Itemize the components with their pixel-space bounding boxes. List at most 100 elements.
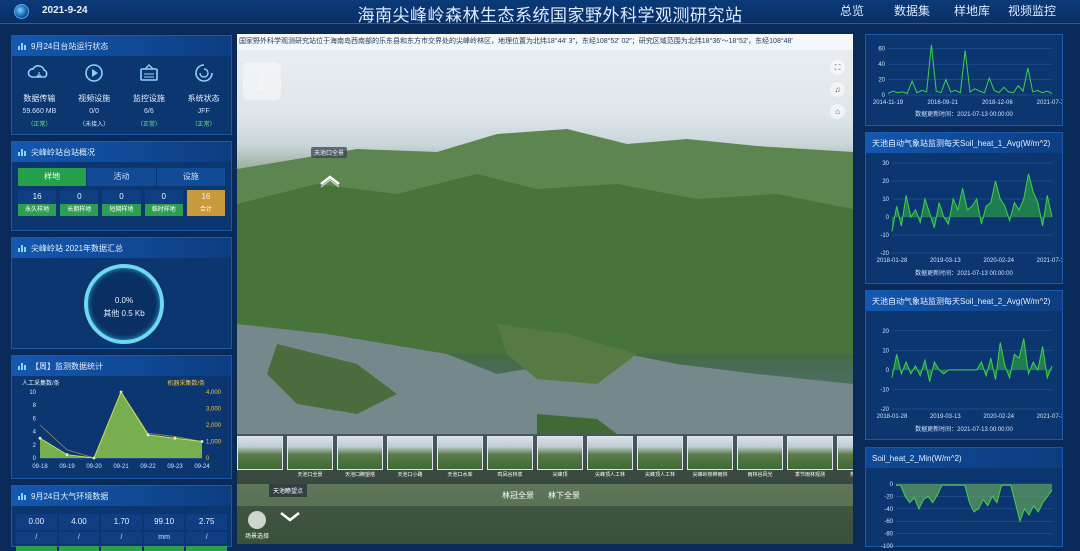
nav-datasets[interactable]: 数据集 (882, 3, 942, 20)
video-icon (85, 64, 103, 82)
thumbnail-label: 尖峰顶 (552, 472, 568, 478)
data-point (65, 453, 69, 457)
thumbnail-image (537, 436, 583, 470)
scene-thumbnail[interactable]: 鸣凤谷林浆 (487, 436, 533, 484)
scene-thumbnail-strip: 天池口全景 天池口瞭望塔 天池口小路 天池口水库 鸣凤谷林浆 尖峰顶 尖峰顶人工林 尖峰顶人工… (237, 434, 853, 484)
nav-overview[interactable]: 总览 (822, 3, 882, 20)
thumbnail-label: 鸣凤谷林浆 (497, 472, 523, 478)
env-item: 1.70 / (101, 514, 142, 551)
thumbnail-label: 季节雨林观测 (794, 472, 825, 478)
weekly-stats-panel: 【周】监测数据统计 人工采集数/条 机器采集数/条 0 2 4 6 8 10 0 1,000 2… (11, 355, 232, 479)
count-short-term[interactable]: 0 短期样地 (102, 190, 141, 216)
scene-thumbnail[interactable]: 天池口全景 (287, 436, 333, 484)
home-button[interactable]: ⌂ (830, 104, 845, 119)
fullscreen-button[interactable]: ⛶ (830, 60, 845, 75)
progress-ring: 0.0% 其他 0.5 Kb (84, 264, 164, 344)
y-tick-label: 10 (882, 348, 889, 354)
scene-thumbnail[interactable]: 季节雨林观测 (787, 436, 833, 484)
nav-plots[interactable]: 样地库 (942, 3, 1002, 20)
scene-thumbnail[interactable]: 尖峰顶 (537, 436, 583, 484)
tab-activities[interactable]: 活动 (87, 168, 156, 186)
music-button[interactable]: ♫ (830, 82, 845, 97)
scene-thumbnail[interactable]: 天池口瞭望塔 (337, 436, 383, 484)
scene-thumbnail[interactable]: 天池口水库 (437, 436, 483, 484)
count-permanent[interactable]: 16 永久样地 (18, 190, 57, 216)
env-item: 0.00 / (16, 514, 57, 551)
scene-thumbnail[interactable] (237, 436, 283, 484)
thumbnail-label: 天池口全景 (297, 472, 323, 478)
count-total[interactable]: 16 合计 (186, 190, 226, 216)
current-date: 2021-9-24 (42, 5, 88, 16)
view-tabs: 林冠全景 林下全景 (502, 490, 580, 501)
viewer-bottom-bar (237, 506, 853, 544)
count-number: 16 (18, 190, 57, 204)
env-indicator (186, 546, 227, 551)
y-tick-label: 20 (878, 78, 885, 84)
data-point (146, 433, 150, 437)
tab-plots[interactable]: 样地 (18, 168, 87, 186)
panel-header: Soil_heat_2_Min(W/m^2) (866, 448, 1062, 468)
scene-select-icon (248, 511, 266, 529)
thumbnail-label: 天池口瞭望塔 (344, 472, 375, 478)
tab-canopy-view[interactable]: 林冠全景 (502, 490, 534, 501)
count-long-term[interactable]: 0 长期样地 (60, 190, 99, 216)
progress-detail: 其他 0.5 Kb (103, 309, 145, 318)
status-system[interactable]: 系统状态 JFF （正常） (177, 60, 231, 128)
y-tick-label: -40 (884, 507, 893, 513)
thumbnail-label: 尖峰顶人工林 (594, 472, 625, 478)
air-env-panel: 9月24日大气环境数据 0.00/ 4.00/ 1.70/ 99.10 mm 2.… (11, 485, 232, 551)
count-number: 0 (102, 190, 141, 204)
tab-understory-view[interactable]: 林下全景 (548, 490, 580, 501)
count-label: 临时样地 (144, 204, 183, 216)
y-tick-label: 10 (882, 197, 889, 203)
soil-heat-2-chart: -20 -10 0 10 20 2018-01-28 2019-03-13 2020-02-2… (877, 329, 1062, 420)
env-indicator (143, 546, 185, 551)
nav-video[interactable]: 视频监控 (1002, 3, 1062, 20)
env-unit: / (186, 532, 227, 544)
y-tick-label: 0 (882, 93, 886, 99)
scene-thumbnail[interactable]: 雨林谷风光 (737, 436, 783, 484)
update-time: 数据更新时间：2021-07-13 00:00:00 (915, 112, 1013, 118)
panel-header: 尖峰岭站 2021年数据汇总 (12, 238, 231, 258)
count-temporary[interactable]: 0 临时样地 (144, 190, 183, 216)
monitor-icon (140, 64, 158, 81)
status-note: （正常） (27, 122, 52, 128)
chevron-up-icon[interactable] (319, 174, 341, 188)
status-data-transfer[interactable]: 数据传输 59.660 MB （正常） (12, 60, 66, 128)
soil-heat-min-chart: 0 -20 -40 -60 -80 -100 (881, 482, 1053, 548)
y-tick-label: 4 (33, 430, 37, 436)
status-monitor[interactable]: 监控设施 6/6 （正常） (122, 60, 176, 128)
status-value: 6/6 (144, 108, 154, 115)
thumbnail-label: 天池口小路 (397, 472, 423, 478)
scene-thumbnail[interactable]: 热带雨林 (837, 436, 853, 484)
hotspot-label[interactable]: 天池口全景 (311, 147, 348, 158)
scene-select-button[interactable]: 场景选择 (245, 511, 269, 540)
panel-title: 尖峰岭站台站概况 (31, 147, 95, 157)
data-summary-panel: 尖峰岭站 2021年数据汇总 0.0% 其他 0.5 Kb (11, 237, 232, 349)
scene-thumbnail[interactable]: 尖峰岭热带雨林 (687, 436, 733, 484)
cloud-icon (28, 65, 48, 78)
chevron-down-icon[interactable] (279, 510, 301, 524)
status-video[interactable]: 视频设施 0/0 （未接入） (67, 60, 121, 128)
count-number: 0 (60, 190, 99, 204)
scene-thumbnail[interactable]: 尖峰顶人工林 (587, 436, 633, 484)
panel-title: Soil_heat_2_Min(W/m^2) (872, 453, 962, 463)
brand-logo: T (243, 62, 281, 100)
panel-header: 天池自动气象站监测每天Soil_heat_2_Avg(W/m^2) (866, 291, 1062, 311)
env-unit: / (58, 532, 100, 544)
y2-tick-label: 2,000 (206, 423, 222, 429)
scene-hover-label: 天池瞭望点 (269, 484, 308, 497)
scene-thumbnail[interactable]: 尖峰顶人工林 (637, 436, 683, 484)
data-point (38, 436, 42, 440)
weekly-chart: 0 2 4 6 8 10 0 1,000 2,000 3,000 4,000 09-18 09-19 09… (29, 390, 222, 470)
panel-title: 9月24日大气环境数据 (31, 491, 109, 501)
x-tick-label: 09-21 (113, 464, 129, 470)
y-tick-label: 20 (882, 179, 889, 185)
tab-facilities[interactable]: 设施 (156, 168, 225, 186)
scene-thumbnail[interactable]: 天池口小路 (387, 436, 433, 484)
panel-title: 9月24日台站运行状态 (31, 41, 109, 51)
y-tick-label: 0 (33, 456, 37, 462)
panel-title: 天池自动气象站监测每天Soil_heat_2_Avg(W/m^2) (872, 296, 1051, 306)
panorama-viewer[interactable]: 国家野外科学观测研究站位于海南岛西南部的乐东县和东方市交界处的尖峰岭林区，地理位… (237, 34, 853, 544)
data-point (173, 436, 177, 440)
